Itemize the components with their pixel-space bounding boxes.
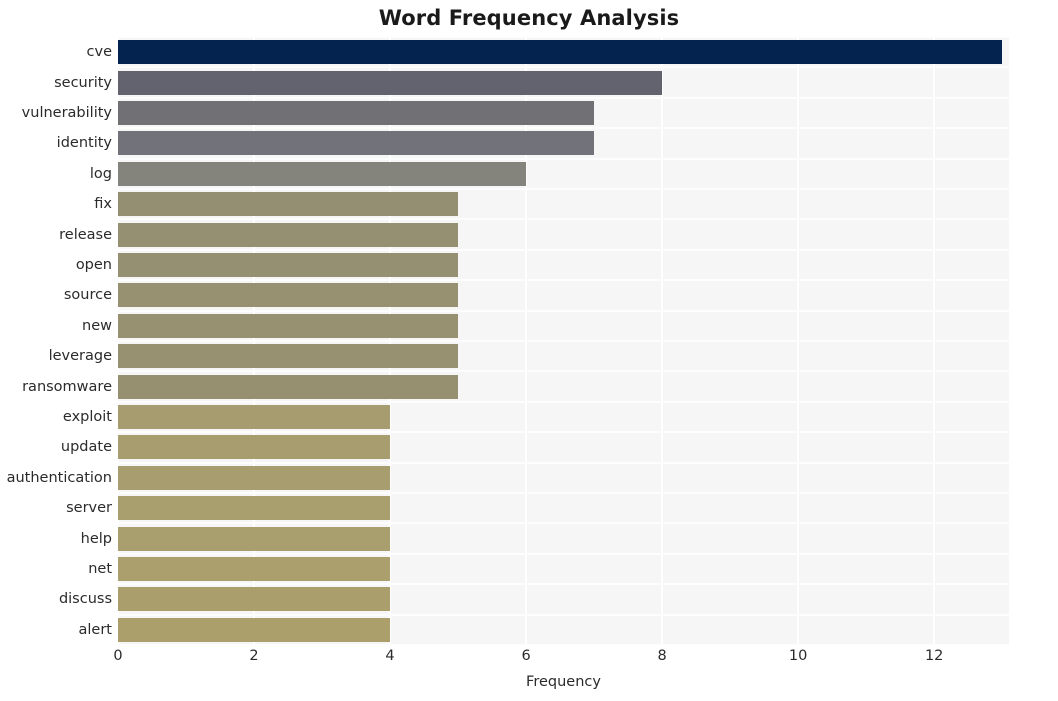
y-axis-tick-label: update <box>60 439 112 456</box>
y-axis-tick-label: leverage <box>48 348 112 365</box>
y-axis-tick-label: new <box>82 317 112 334</box>
x-axis-title: Frequency <box>526 674 601 690</box>
y-axis-tick-label: ransomware <box>22 378 112 395</box>
y-axis-tick-label: authentication <box>6 469 112 486</box>
y-axis-tick-label: source <box>63 287 112 304</box>
y-axis-tick-label: vulnerability <box>21 105 112 121</box>
y-axis-tick-label: open <box>75 257 112 273</box>
x-axis-tick-label: 0 <box>113 648 123 664</box>
y-axis-tick-label: cve <box>86 44 112 61</box>
y-axis-tick-label: fix <box>94 196 112 213</box>
y-axis-tick-label: help <box>80 530 112 547</box>
y-axis-tick-label: alert <box>78 621 112 638</box>
y-axis-tick-label: server <box>66 500 112 517</box>
x-axis-tick-labels: 0 2 4 6 8 10 12 <box>0 648 1058 672</box>
y-axis-tick-label: log <box>89 165 112 182</box>
y-axis-tick-labels: cve security vulnerability identity log fix re… <box>0 37 1058 645</box>
x-axis-tick-label: 6 <box>521 648 531 664</box>
y-axis-tick-label: release <box>59 226 112 243</box>
chart-title: Word Frequency Analysis <box>378 6 680 30</box>
x-axis-tick-label: 4 <box>385 648 395 664</box>
chart-figure: Word Frequency Analysis cve security vulne… <box>0 0 1058 701</box>
y-axis-tick-label: exploit <box>62 409 112 425</box>
x-axis-tick-label: 12 <box>924 648 944 664</box>
x-axis-tick-label: 8 <box>657 648 667 664</box>
y-axis-tick-label: security <box>54 74 112 91</box>
y-axis-tick-label: identity <box>56 135 112 152</box>
y-axis-tick-label: net <box>88 561 112 577</box>
x-axis-tick-label: 2 <box>249 648 259 664</box>
x-axis-tick-label: 10 <box>788 648 808 664</box>
y-axis-tick-label: discuss <box>58 591 112 608</box>
